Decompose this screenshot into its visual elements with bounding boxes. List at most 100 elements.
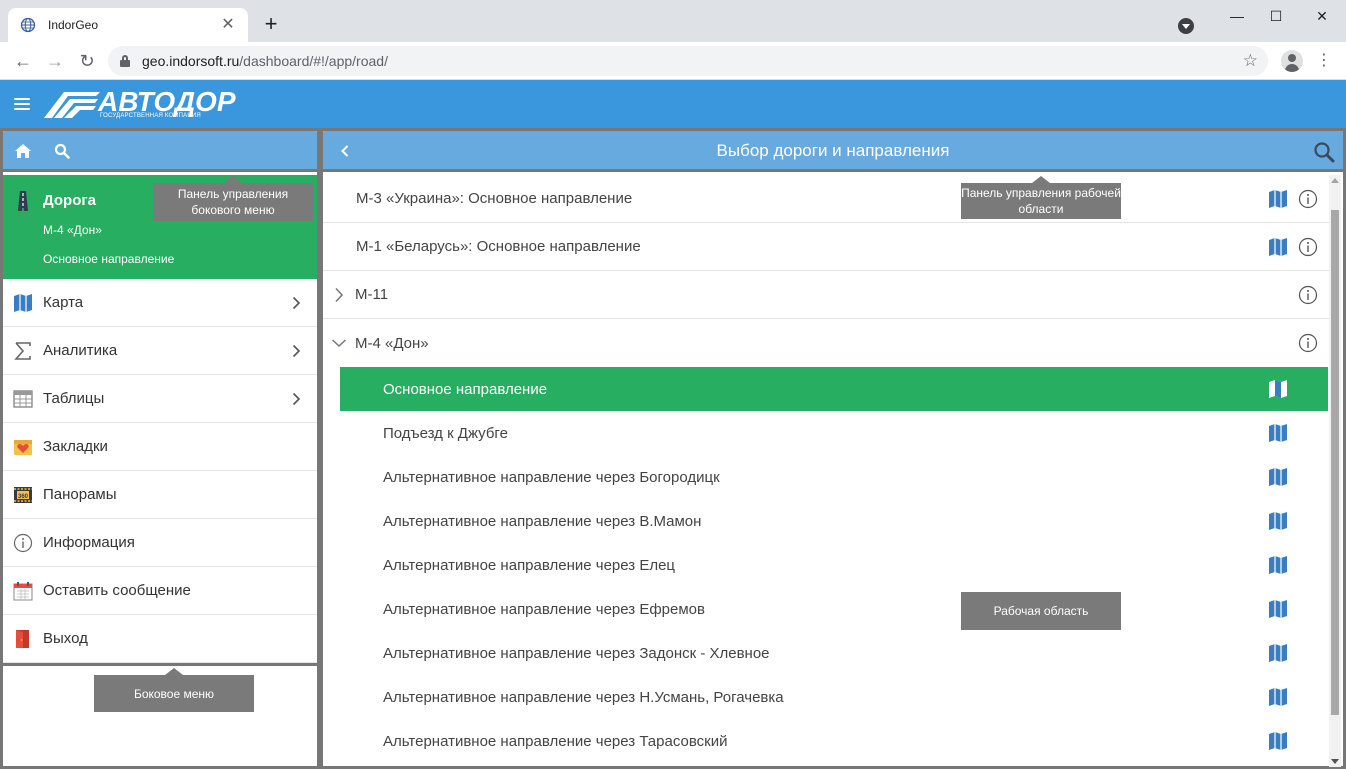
maximize-button[interactable]: ☐ bbox=[1264, 6, 1288, 26]
bookmark-star-icon[interactable]: ☆ bbox=[1243, 52, 1258, 70]
direction-row[interactable]: Альтернативное направление через Тарасов… bbox=[340, 719, 1328, 763]
road-card-road: М-4 «Дон» bbox=[43, 223, 102, 237]
info-icon[interactable] bbox=[1298, 237, 1318, 257]
sidebar-item-bookmarks[interactable]: Закладки bbox=[3, 423, 317, 471]
sidebar-item-tables[interactable]: Таблицы bbox=[3, 375, 317, 423]
bookmark-heart-icon bbox=[14, 439, 32, 455]
direction-label: Альтернативное направление через Богород… bbox=[383, 468, 720, 486]
panorama-360-icon: 360 bbox=[14, 486, 32, 503]
logo-subtitle: ГОСУДАРСТВЕННАЯ КОМПАНИЯ bbox=[100, 113, 201, 119]
browser-menu-icon[interactable]: ⋮ bbox=[1316, 51, 1332, 71]
road-label: М-4 «Дон» bbox=[355, 334, 429, 352]
direction-row[interactable]: Альтернативное направление через Елец bbox=[340, 543, 1328, 587]
direction-label: Альтернативное направление через В.Мамон bbox=[383, 512, 702, 530]
callout-work-area: Рабочая область bbox=[961, 592, 1121, 630]
calendar-icon bbox=[13, 581, 33, 600]
exit-door-icon bbox=[16, 629, 29, 648]
sidebar-item-map[interactable]: Карта bbox=[3, 279, 317, 327]
sidebar-item-label: Карта bbox=[43, 294, 84, 311]
direction-row[interactable]: Альтернативное направление через Н.Усман… bbox=[340, 675, 1328, 719]
map-icon[interactable] bbox=[1268, 380, 1288, 398]
page-title: Выбор дороги и направления bbox=[716, 141, 950, 160]
sidebar-item-label: Информация bbox=[43, 534, 135, 551]
info-icon[interactable] bbox=[1298, 285, 1318, 305]
new-tab-button[interactable]: + bbox=[260, 13, 282, 35]
road-label: М-1 «Беларусь»: Основное направление bbox=[356, 238, 641, 255]
map-icon[interactable] bbox=[1268, 190, 1288, 208]
road-row[interactable]: М-1 «Беларусь»: Основное направление bbox=[323, 223, 1331, 271]
direction-label: Подъезд к Джубге bbox=[383, 424, 508, 442]
direction-label: Альтернативное направление через Задонск… bbox=[383, 644, 770, 662]
direction-label: Альтернативное направление через Тарасов… bbox=[383, 732, 728, 750]
map-icon[interactable] bbox=[1268, 556, 1288, 574]
map-icon[interactable] bbox=[1268, 732, 1288, 750]
direction-row[interactable]: Альтернативное направление через Богород… bbox=[340, 455, 1328, 499]
tab-close-icon[interactable]: ✕ bbox=[220, 17, 236, 33]
callout-work-panel: Панель управления рабочей области bbox=[961, 176, 1121, 219]
reload-icon[interactable]: ↻ bbox=[77, 51, 97, 71]
tab-title: IndorGeo bbox=[48, 18, 99, 32]
minimize-button[interactable]: — bbox=[1225, 6, 1249, 26]
direction-row[interactable]: Альтернативное направление через Ефремов bbox=[340, 587, 1328, 631]
url-path: /dashboard/#!/app/road/ bbox=[239, 53, 388, 69]
browser-tab[interactable]: IndorGeo ✕ bbox=[8, 8, 248, 42]
direction-label: Основное направление bbox=[383, 380, 548, 398]
sidebar-item-label: Выход bbox=[43, 630, 88, 647]
chevron-right-icon bbox=[292, 344, 301, 358]
map-icon[interactable] bbox=[1268, 512, 1288, 530]
direction-row[interactable]: Альтернативное направление через В.Мамон bbox=[340, 499, 1328, 543]
work-area-toolbar: Выбор дороги и направления bbox=[323, 131, 1343, 172]
map-icon bbox=[14, 293, 32, 312]
globe-favicon-icon bbox=[20, 17, 36, 33]
forward-arrow-icon[interactable]: → bbox=[45, 51, 65, 71]
browser-tabstrip: IndorGeo ✕ + — ☐ ✕ bbox=[0, 0, 1346, 42]
search-icon[interactable] bbox=[54, 143, 70, 159]
profile-avatar[interactable] bbox=[1281, 50, 1303, 72]
hamburger-menu-icon[interactable] bbox=[14, 98, 30, 111]
callout-side-menu: Боковое меню bbox=[94, 668, 254, 712]
map-icon[interactable] bbox=[1268, 644, 1288, 662]
scrollbar[interactable] bbox=[1329, 175, 1341, 767]
sidebar-item-label: Аналитика bbox=[43, 342, 118, 359]
tab-search-icon[interactable] bbox=[1178, 18, 1194, 34]
sidebar-item-analytics[interactable]: Аналитика bbox=[3, 327, 317, 375]
chevron-right-icon bbox=[292, 296, 301, 310]
chevron-right-icon[interactable] bbox=[331, 287, 347, 303]
road-icon bbox=[18, 191, 28, 211]
map-icon[interactable] bbox=[1268, 468, 1288, 486]
url-bar[interactable]: geo.indorsoft.ru/dashboard/#!/app/road/ … bbox=[108, 46, 1268, 76]
road-row[interactable]: М-3 «Украина»: Основное направление bbox=[323, 175, 1331, 223]
work-area: Выбор дороги и направления М-3 «Украина»… bbox=[320, 128, 1346, 769]
direction-row[interactable]: Подъезд к Джубге bbox=[340, 411, 1328, 455]
chevron-down-icon[interactable] bbox=[331, 335, 347, 351]
home-icon[interactable] bbox=[14, 143, 32, 159]
search-icon[interactable] bbox=[1313, 141, 1335, 163]
scroll-down-arrow-icon[interactable] bbox=[1331, 759, 1339, 764]
scroll-thumb[interactable] bbox=[1331, 210, 1339, 715]
road-list: М-3 «Украина»: Основное направление М-1 … bbox=[323, 175, 1331, 767]
map-icon[interactable] bbox=[1268, 424, 1288, 442]
sidebar-item-feedback[interactable]: Оставить сообщение bbox=[3, 567, 317, 615]
map-icon[interactable] bbox=[1268, 600, 1288, 618]
road-row[interactable]: М-4 «Дон» bbox=[323, 319, 1331, 367]
window-close-button[interactable]: ✕ bbox=[1310, 6, 1334, 26]
map-icon[interactable] bbox=[1268, 688, 1288, 706]
direction-row-active[interactable]: Основное направление bbox=[340, 367, 1328, 411]
sidebar-item-panoramas[interactable]: 360 Панорамы bbox=[3, 471, 317, 519]
road-label: М-11 bbox=[355, 286, 389, 303]
road-card-title: Дорога bbox=[43, 192, 96, 209]
scroll-up-arrow-icon[interactable] bbox=[1331, 178, 1339, 183]
sidebar-item-information[interactable]: Информация bbox=[3, 519, 317, 567]
road-row[interactable]: М-11 bbox=[323, 271, 1331, 319]
sidebar-item-label: Панорамы bbox=[43, 486, 117, 503]
lock-icon bbox=[120, 55, 130, 67]
road-label: М-3 «Украина»: Основное направление bbox=[356, 190, 633, 207]
direction-label: Альтернативное направление через Н.Усман… bbox=[383, 688, 784, 706]
info-icon[interactable] bbox=[1298, 189, 1318, 209]
sidebar-item-exit[interactable]: Выход bbox=[3, 615, 317, 663]
info-icon[interactable] bbox=[1298, 333, 1318, 353]
back-arrow-icon[interactable]: ← bbox=[13, 51, 33, 71]
sidebar-menu: Карта Аналитика Таблицы Закладки 360 Пан… bbox=[3, 279, 317, 663]
direction-row[interactable]: Альтернативное направление через Задонск… bbox=[340, 631, 1328, 675]
map-icon[interactable] bbox=[1268, 238, 1288, 256]
